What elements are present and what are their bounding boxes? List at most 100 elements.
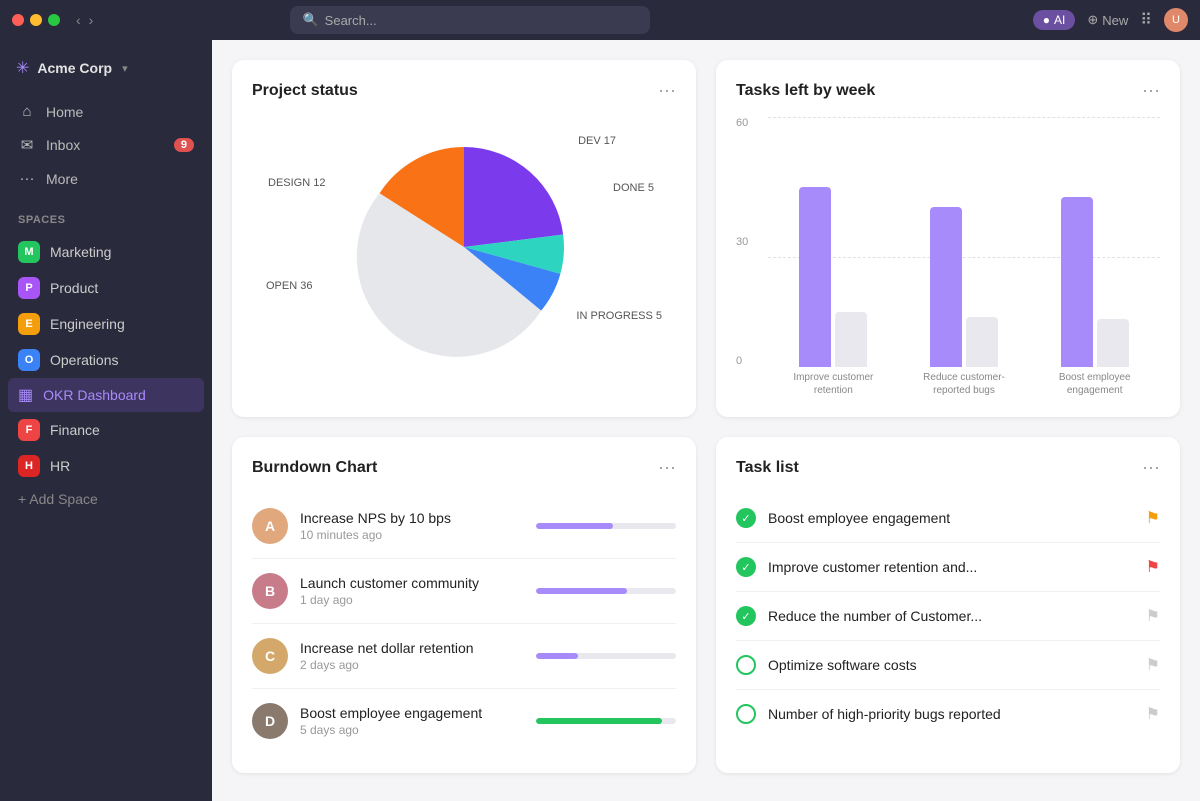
list-item: ✓ Reduce the number of Customer... ⚑	[736, 592, 1160, 641]
titlebar-right: ● AI ⊕ New ⠿ U	[1033, 8, 1188, 32]
more-icon: ···	[18, 170, 36, 187]
avatar[interactable]: U	[1164, 8, 1188, 32]
space-label-hr: HR	[50, 458, 70, 474]
spaces-label: Spaces	[8, 210, 204, 230]
task-list-menu[interactable]: ···	[1142, 457, 1160, 478]
add-space-label: + Add Space	[18, 491, 98, 507]
burndown-info: Launch customer community 1 day ago	[300, 575, 524, 607]
pie-label-done: DONE 5	[613, 182, 654, 194]
burndown-fill	[536, 718, 662, 724]
search-icon: 🔍	[302, 12, 318, 28]
task-list: ✓ Boost employee engagement ⚑ ✓ Improve …	[736, 494, 1160, 738]
workspace-header[interactable]: ✳ Acme Corp ▾	[8, 52, 204, 84]
inbox-icon: ✉	[18, 136, 36, 154]
space-label-marketing: Marketing	[50, 244, 111, 260]
sidebar-item-hr[interactable]: H HR	[8, 448, 204, 484]
pie-label-open: OPEN 36	[266, 280, 312, 292]
task-check-open[interactable]	[736, 704, 756, 724]
burndown-menu[interactable]: ···	[658, 457, 676, 478]
burndown-item-time: 10 minutes ago	[300, 528, 524, 542]
okr-dashboard-icon: ▦	[18, 385, 33, 405]
flag-icon: ⚑	[1146, 655, 1160, 675]
pie-svg	[344, 127, 584, 367]
bar-group-3: Boost employeeengagement	[1029, 197, 1160, 397]
space-icon-operations: O	[18, 349, 40, 371]
burndown-header: Burndown Chart ···	[252, 457, 676, 478]
search-placeholder: Search...	[325, 13, 377, 28]
avatar: B	[252, 573, 288, 609]
grid-icon[interactable]: ⠿	[1140, 10, 1152, 30]
back-arrow[interactable]: ‹	[76, 12, 81, 28]
forward-arrow[interactable]: ›	[89, 12, 94, 28]
tasks-by-week-header: Tasks left by week ···	[736, 80, 1160, 101]
tasks-by-week-menu[interactable]: ···	[1142, 80, 1160, 101]
sidebar-item-inbox[interactable]: ✉ Inbox 9	[8, 129, 204, 161]
bar-group-1: Improve customerretention	[768, 187, 899, 397]
sidebar-item-home[interactable]: ⌂ Home	[8, 96, 204, 127]
content-area: Project status ···	[212, 40, 1200, 801]
space-label-product: Product	[50, 280, 98, 296]
burndown-item-name: Launch customer community	[300, 575, 524, 591]
list-item: Optimize software costs ⚑	[736, 641, 1160, 690]
task-name: Reduce the number of Customer...	[768, 608, 1134, 624]
bar-y-labels: 60 30 0	[736, 117, 748, 367]
burndown-info: Increase NPS by 10 bps 10 minutes ago	[300, 510, 524, 542]
list-item: Number of high-priority bugs reported ⚑	[736, 690, 1160, 738]
task-check-done[interactable]: ✓	[736, 508, 756, 528]
minimize-dot[interactable]	[30, 14, 42, 26]
list-item: D Boost employee engagement 5 days ago	[252, 689, 676, 753]
avatar: D	[252, 703, 288, 739]
burndown-item-name: Increase net dollar retention	[300, 640, 524, 656]
y-label-60: 60	[736, 117, 748, 129]
sidebar-item-engineering[interactable]: E Engineering	[8, 306, 204, 342]
chevron-down-icon: ▾	[122, 62, 128, 75]
list-item: C Increase net dollar retention 2 days a…	[252, 624, 676, 689]
task-name: Improve customer retention and...	[768, 559, 1134, 575]
project-status-menu[interactable]: ···	[658, 80, 676, 101]
sidebar-item-more[interactable]: ··· More	[8, 163, 204, 194]
burndown-fill	[536, 523, 613, 529]
tasks-by-week-card: Tasks left by week ··· 60 30 0	[716, 60, 1180, 417]
pie-label-inprogress: IN PROGRESS 5	[576, 310, 662, 322]
sidebar-item-marketing[interactable]: M Marketing	[8, 234, 204, 270]
task-list-title: Task list	[736, 459, 799, 477]
space-icon-marketing: M	[18, 241, 40, 263]
flag-icon: ⚑	[1146, 704, 1160, 724]
list-item: ✓ Improve customer retention and... ⚑	[736, 543, 1160, 592]
sidebar-item-finance[interactable]: F Finance	[8, 412, 204, 448]
burndown-item-name: Increase NPS by 10 bps	[300, 510, 524, 526]
sidebar-item-operations[interactable]: O Operations	[8, 342, 204, 378]
search-bar[interactable]: 🔍 Search...	[290, 6, 650, 34]
bar-label-2: Reduce customer-reported bugs	[899, 371, 1030, 397]
space-icon-product: P	[18, 277, 40, 299]
task-check-done[interactable]: ✓	[736, 606, 756, 626]
bar-chart: 60 30 0 Improve customerretention	[736, 117, 1160, 397]
burndown-list: A Increase NPS by 10 bps 10 minutes ago …	[252, 494, 676, 753]
bar-purple-1	[799, 187, 831, 367]
ai-badge[interactable]: ● AI	[1033, 10, 1076, 30]
bar-gray-3	[1097, 319, 1129, 367]
y-label-0: 0	[736, 355, 748, 367]
burndown-info: Increase net dollar retention 2 days ago	[300, 640, 524, 672]
burndown-card: Burndown Chart ··· A Increase NPS by 10 …	[232, 437, 696, 773]
list-item: B Launch customer community 1 day ago	[252, 559, 676, 624]
workspace-name: Acme Corp	[37, 60, 112, 76]
sidebar-item-product[interactable]: P Product	[8, 270, 204, 306]
new-button[interactable]: ⊕ New	[1087, 12, 1128, 28]
add-space-button[interactable]: + Add Space	[8, 484, 204, 514]
space-icon-engineering: E	[18, 313, 40, 335]
burndown-fill	[536, 653, 578, 659]
close-dot[interactable]	[12, 14, 24, 26]
burndown-item-time: 1 day ago	[300, 593, 524, 607]
list-item: A Increase NPS by 10 bps 10 minutes ago	[252, 494, 676, 559]
burndown-info: Boost employee engagement 5 days ago	[300, 705, 524, 737]
task-check-open[interactable]	[736, 655, 756, 675]
pie-chart: DEV 17 DONE 5 IN PROGRESS 5 OPEN 36 DESI…	[252, 117, 676, 377]
space-icon-hr: H	[18, 455, 40, 477]
maximize-dot[interactable]	[48, 14, 60, 26]
task-name: Optimize software costs	[768, 657, 1134, 673]
sidebar-item-okr-dashboard[interactable]: ▦ OKR Dashboard	[8, 378, 204, 412]
grid-line-top	[768, 117, 1160, 118]
space-label-finance: Finance	[50, 422, 100, 438]
task-check-done[interactable]: ✓	[736, 557, 756, 577]
